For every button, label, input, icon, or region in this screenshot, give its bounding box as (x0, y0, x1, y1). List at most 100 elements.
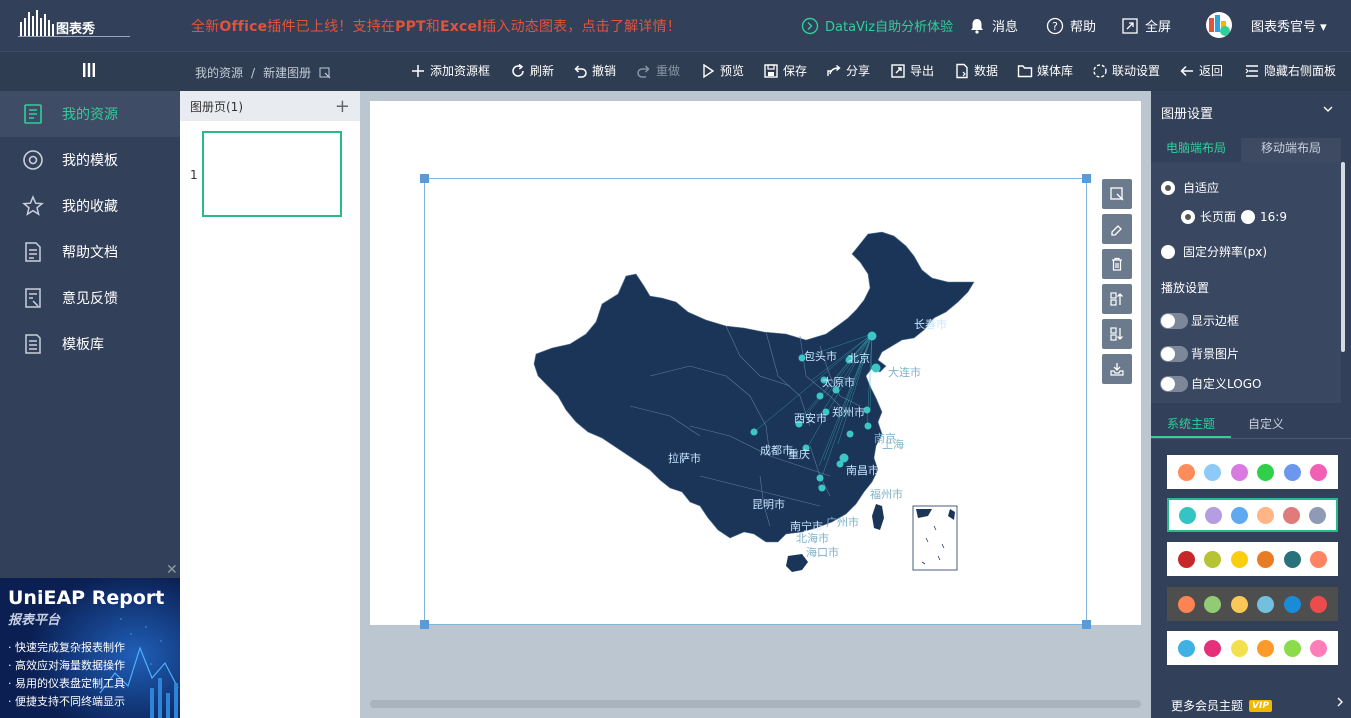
city-label: 大连市 (888, 365, 921, 379)
auto-fit-option[interactable]: 自适应 (1161, 179, 1219, 196)
move-down-button[interactable] (1102, 319, 1132, 349)
save-button[interactable]: 保存 (763, 62, 807, 79)
arrow-circle-icon (801, 17, 819, 34)
sidebar-item-help-docs[interactable]: 帮助文档 (0, 229, 180, 275)
sidebar-item-feedback[interactable]: 意见反馈 (0, 275, 180, 321)
city-label: 广州市 (826, 515, 859, 529)
taiwan-island (872, 504, 884, 530)
page-thumbnail[interactable] (202, 131, 342, 217)
move-up-button[interactable] (1102, 284, 1132, 314)
add-frame-button[interactable]: 添加资源框 (410, 62, 490, 79)
select-tool-button[interactable] (1102, 179, 1132, 209)
avatar[interactable] (1206, 12, 1232, 38)
refresh-button[interactable]: 刷新 (510, 62, 554, 79)
ratio-16-9-radio[interactable] (1241, 209, 1256, 224)
back-button[interactable]: 返回 (1179, 62, 1223, 79)
download-tool-button[interactable] (1102, 354, 1132, 384)
theme-option[interactable] (1167, 587, 1338, 621)
theme-color-swatch (1204, 550, 1222, 568)
city-dot (871, 363, 881, 373)
messages-button[interactable]: 消息 (968, 16, 1018, 35)
share-button[interactable]: 分享 (826, 62, 870, 79)
data-button[interactable]: 数据 (954, 62, 998, 79)
ad-line: · 易用的仪表盘定制工具 (8, 677, 125, 690)
theme-color-swatch (1283, 639, 1301, 657)
show-border-toggle[interactable] (1160, 312, 1188, 329)
avatar-image-icon (1209, 15, 1230, 36)
theme-color-swatch (1282, 506, 1300, 524)
theme-option[interactable] (1167, 631, 1338, 665)
collapse-menu-icon[interactable] (82, 62, 96, 78)
auto-fit-radio[interactable] (1161, 180, 1175, 195)
resize-handle-top-right[interactable] (1082, 174, 1091, 183)
announcement-link[interactable]: 全新Office插件已上线！支持在PPT和Excel插入动态图表，点击了解详情！ (191, 16, 681, 36)
sidebar-item-my-templates[interactable]: 我的模板 (0, 137, 180, 183)
long-page-radio[interactable] (1181, 209, 1195, 224)
theme-option[interactable] (1167, 455, 1338, 489)
theme-color-swatch (1230, 595, 1248, 613)
theme-color-swatch (1257, 639, 1275, 657)
divider (1151, 438, 1351, 439)
undo-button[interactable]: 撤销 (572, 62, 616, 79)
chevron-down-icon (1323, 106, 1333, 112)
edit-tool-button[interactable] (1102, 214, 1132, 244)
redo-button[interactable]: 重做 (636, 62, 680, 79)
more-vip-themes-link[interactable]: 更多会员主题 VIP (1171, 697, 1272, 714)
bg-image-toggle[interactable] (1160, 345, 1188, 362)
resize-handle-top-left[interactable] (420, 174, 429, 183)
sidebar-item-my-favorites[interactable]: 我的收藏 (0, 183, 180, 229)
ad-close-button[interactable]: ✕ (166, 562, 178, 578)
breadcrumb-root[interactable]: 我的资源 (195, 64, 243, 81)
tab-custom-themes[interactable]: 自定义 (1231, 408, 1301, 438)
linkage-settings-button[interactable]: 联动设置 (1092, 62, 1160, 79)
ad-subtitle: 报表平台 (8, 613, 61, 628)
breadcrumb-current[interactable]: 新建图册 (263, 64, 311, 81)
save-icon (764, 63, 778, 78)
account-menu[interactable]: 图表秀官号 ▾ (1251, 16, 1327, 35)
export-button[interactable]: 导出 (890, 62, 934, 79)
bg-image-toggle-row[interactable]: 背景图片 (1160, 345, 1239, 362)
resize-handle-bottom-right[interactable] (1082, 620, 1091, 629)
show-border-toggle-row[interactable]: 显示边框 (1160, 312, 1239, 329)
city-label: 北海市 (796, 531, 829, 545)
add-page-button[interactable]: + (335, 96, 350, 117)
settings-scrollbar[interactable] (1341, 162, 1345, 352)
sidebar-item-my-resources[interactable]: 我的资源 (0, 91, 180, 137)
help-button[interactable]: ? 帮助 (1046, 16, 1096, 35)
theme-color-swatch (1310, 595, 1328, 613)
canvas-scrollbar[interactable] (370, 700, 1141, 708)
delete-tool-button[interactable] (1102, 249, 1132, 279)
theme-option[interactable] (1167, 498, 1338, 532)
theme-option[interactable] (1167, 542, 1338, 576)
sidebar-item-template-library[interactable]: 模板库 (0, 321, 180, 367)
theme-color-swatch (1310, 463, 1328, 481)
long-page-option[interactable]: 长页面 16:9 (1181, 208, 1287, 225)
fixed-resolution-radio[interactable] (1161, 244, 1175, 259)
ad-line: · 高效应对海量数据操作 (8, 659, 125, 672)
hide-right-panel-button[interactable]: 隐藏右侧面板 (1244, 62, 1336, 79)
custom-logo-toggle-row[interactable]: 自定义LOGO (1160, 375, 1261, 392)
tab-system-themes[interactable]: 系统主题 (1151, 408, 1231, 438)
city-dot (750, 428, 758, 436)
plus-icon (412, 64, 424, 77)
theme-color-swatch (1179, 506, 1197, 524)
city-label: 西安市 (794, 411, 827, 425)
folder-icon (1017, 64, 1033, 77)
chevron-right-icon[interactable] (1335, 696, 1345, 712)
custom-logo-toggle[interactable] (1160, 375, 1188, 392)
dataviz-link[interactable]: DataViz自助分析体验 (801, 16, 953, 35)
settings-panel-title: 图册设置 (1161, 107, 1214, 122)
china-map[interactable]: 长春市 包头市 北京 大连市 太原市 郑州市 西安市 南京 上海 拉萨市 成都市… (530, 226, 980, 576)
download-icon (1110, 363, 1124, 376)
resize-handle-bottom-left[interactable] (420, 620, 429, 629)
city-label: 郑州市 (832, 405, 865, 419)
fixed-resolution-option[interactable]: 固定分辨率(px) (1161, 243, 1267, 260)
theme-color-swatch (1257, 595, 1275, 613)
preview-button[interactable]: 预览 (700, 62, 744, 79)
media-library-button[interactable]: 媒体库 (1017, 62, 1073, 79)
edit-name-icon[interactable] (319, 67, 331, 79)
theme-color-swatch (1204, 595, 1222, 613)
city-label: 重庆 (788, 447, 810, 461)
collapse-settings-button[interactable] (1322, 103, 1334, 118)
fullscreen-button[interactable]: 全屏 (1121, 16, 1171, 35)
